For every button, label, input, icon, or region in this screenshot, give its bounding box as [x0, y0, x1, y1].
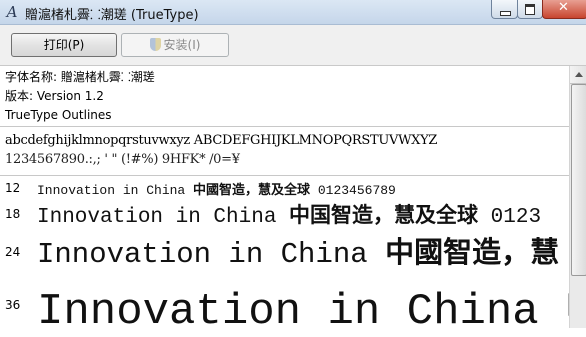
sample-text: Innovation in China 中國智造，慧 [37, 235, 560, 271]
toolbar: 打印(P) 安装(I) [0, 25, 586, 66]
sample-size-label: 36 [5, 298, 21, 312]
install-label: 安装(I) [163, 38, 201, 52]
charset-line-digits: 1234567890.:,; ' " (!#%) 9HFK* /0=¥ [5, 152, 240, 167]
sample-text: Innovation in China 中国智造，慧及全球 0123 [37, 203, 542, 229]
vertical-scrollbar[interactable] [569, 66, 586, 328]
sample-text: Innovation in China 中 [37, 283, 586, 337]
uac-shield-icon [149, 38, 161, 51]
font-file-icon: A [6, 3, 18, 21]
scroll-thumb[interactable] [571, 84, 586, 276]
divider [0, 126, 569, 127]
font-outline-type: TrueType Outlines [5, 108, 112, 122]
font-name: 字体名称: 贈滬楮札霽⸬潮瑳 [5, 70, 155, 84]
print-button[interactable]: 打印(P) [11, 33, 117, 57]
sample-size-label: 18 [5, 207, 21, 221]
sample-size-label: 12 [5, 181, 21, 195]
font-info: 字体名称: 贈滬楮札霽⸬潮瑳 版本: Version 1.2 TrueType … [5, 68, 155, 125]
minimize-button[interactable] [491, 0, 518, 19]
sample-size-label: 24 [5, 245, 21, 259]
close-button[interactable] [542, 0, 586, 19]
title-bar: A 贈滬楮札霽⸬潮瑳 (TrueType) [0, 0, 586, 25]
install-button[interactable]: 安装(I) [121, 33, 229, 57]
window-title: 贈滬楮札霽⸬潮瑳 (TrueType) [25, 8, 199, 23]
font-version: 版本: Version 1.2 [5, 89, 104, 103]
scroll-up-arrow-icon[interactable] [570, 66, 586, 84]
charset-line-letters: abcdefghijklmnopqrstuvwxyz ABCDEFGHIJKLM… [5, 133, 438, 148]
sample-text: Innovation in China 中國智造，慧及全球 0123456789 [37, 183, 396, 198]
divider [0, 175, 569, 176]
maximize-button[interactable] [517, 0, 543, 19]
